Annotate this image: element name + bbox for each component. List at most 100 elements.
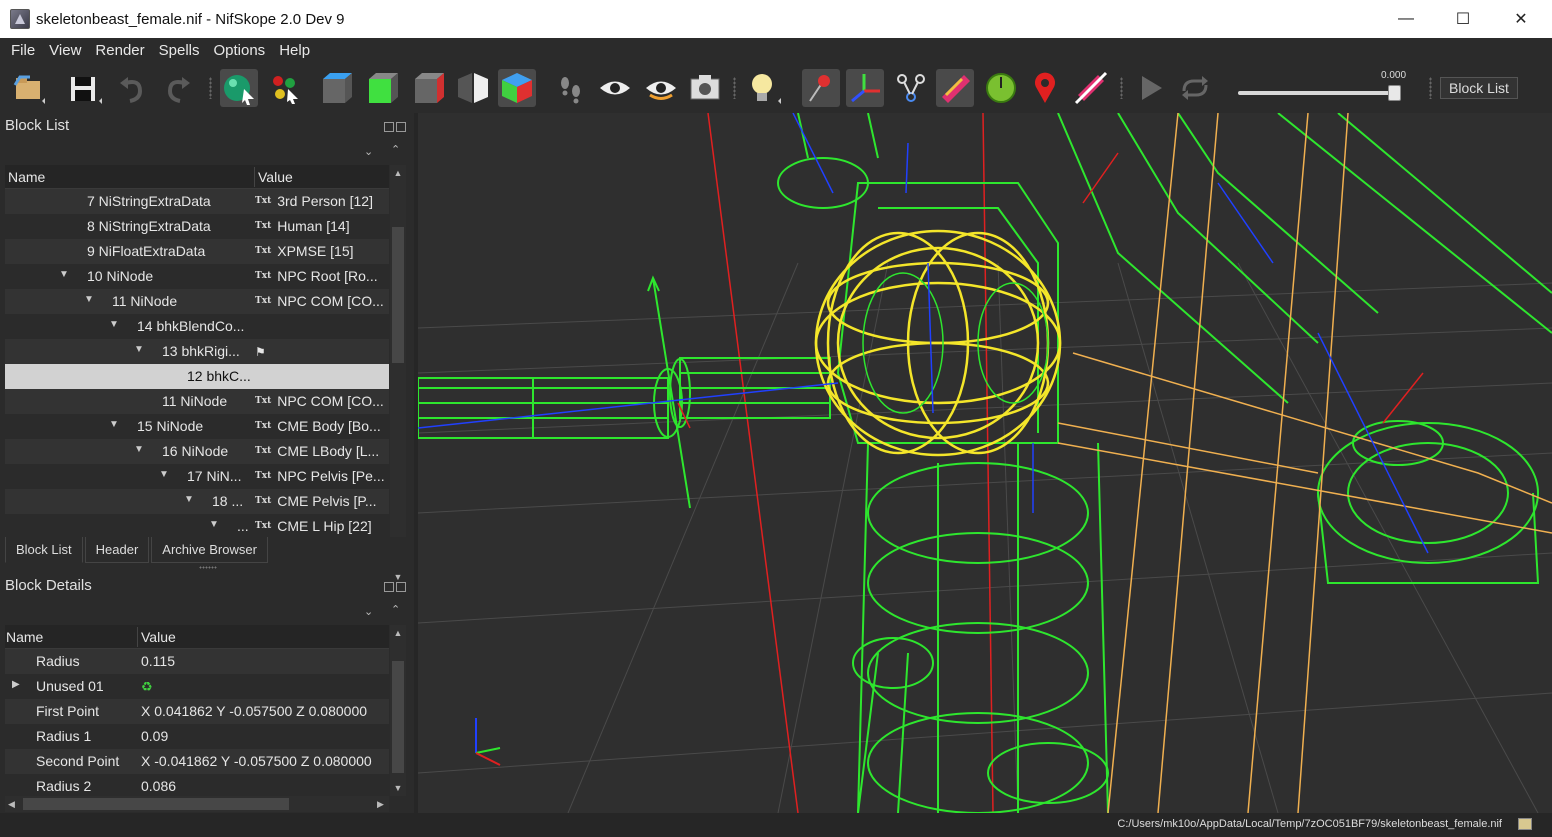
- close-button[interactable]: ✕: [1492, 0, 1550, 38]
- column-name[interactable]: Name: [8, 169, 45, 185]
- column-value[interactable]: Value: [141, 629, 176, 645]
- field-value[interactable]: 0.09: [141, 728, 168, 744]
- open-file-button[interactable]: [10, 69, 48, 107]
- expand-arrow-icon[interactable]: ▶: [12, 679, 20, 690]
- block-list-row[interactable]: ▼ 13 bhkRigi... ⚑: [5, 339, 389, 364]
- tab-block-list[interactable]: Block List: [5, 537, 83, 563]
- close-dock-icon[interactable]: [396, 122, 406, 132]
- scrollbar-thumb[interactable]: [392, 661, 404, 773]
- scrollbar-thumb[interactable]: [392, 227, 404, 363]
- scroll-down-icon[interactable]: ▼: [390, 780, 406, 796]
- block-list-row[interactable]: ▼ 10 NiNode Txt NPC Root [Ro...: [5, 264, 389, 289]
- block-detail-row[interactable]: Radius 1 0.09: [5, 724, 389, 749]
- block-list-row[interactable]: ▼ 18 ... Txt CME Pelvis [P...: [5, 489, 389, 514]
- maximize-button[interactable]: ☐: [1434, 0, 1492, 38]
- expand-arrow-icon[interactable]: ▼: [109, 319, 119, 330]
- menu-help[interactable]: Help: [272, 42, 317, 59]
- block-list-row[interactable]: ▼ 11 NiNode Txt NPC COM [CO...: [5, 289, 389, 314]
- scroll-right-icon[interactable]: ▶: [377, 796, 384, 812]
- block-list-row[interactable]: 9 NiFloatExtraData Txt XPMSE [15]: [5, 239, 389, 264]
- block-detail-row[interactable]: First Point X 0.041862 Y -0.057500 Z 0.08…: [5, 699, 389, 724]
- tab-header[interactable]: Header: [84, 537, 150, 563]
- block-list-row[interactable]: 7 NiStringExtraData Txt 3rd Person [12]: [5, 189, 389, 214]
- play-animation-button[interactable]: [1132, 69, 1170, 107]
- 3d-viewport[interactable]: [418, 113, 1552, 813]
- block-list-row[interactable]: ▼ 15 NiNode Txt CME Body [Bo...: [5, 414, 389, 439]
- expand-arrow-icon[interactable]: ▼: [134, 344, 144, 355]
- show-hidden-button[interactable]: [642, 69, 680, 107]
- menu-file[interactable]: File: [4, 42, 42, 59]
- field-value[interactable]: 0.115: [141, 653, 175, 669]
- field-value[interactable]: X -0.041862 Y -0.057500 Z 0.080000: [141, 753, 372, 769]
- show-visible-button[interactable]: [596, 69, 634, 107]
- block-list-toggle-button[interactable]: Block List: [1440, 77, 1518, 99]
- block-list-row[interactable]: ▼... Txt CME L Hip [22]: [5, 514, 389, 539]
- show-collision-button[interactable]: [936, 69, 974, 107]
- expand-arrow-icon[interactable]: ▼: [84, 294, 94, 305]
- block-details-scrollbar[interactable]: ▲ ▼: [390, 625, 406, 796]
- expand-all-icon[interactable]: ⌃: [391, 603, 400, 616]
- expand-arrow-icon[interactable]: ▼: [209, 519, 219, 530]
- block-list-row[interactable]: ▼ 14 bhkBlendCo...: [5, 314, 389, 339]
- undo-button[interactable]: [114, 69, 152, 107]
- block-detail-row[interactable]: Radius 0.115: [5, 649, 389, 674]
- expand-all-icon[interactable]: ⌃: [391, 143, 400, 156]
- scroll-up-icon[interactable]: ▲: [390, 625, 406, 641]
- block-list-scrollbar[interactable]: ▲ ▼: [390, 165, 406, 582]
- animation-time-slider[interactable]: [1238, 91, 1398, 95]
- field-value[interactable]: ♻: [141, 678, 153, 695]
- expand-arrow-icon[interactable]: ▼: [109, 419, 119, 430]
- block-detail-row[interactable]: Second Point X -0.041862 Y -0.057500 Z 0.…: [5, 749, 389, 774]
- walk-mode-button[interactable]: [552, 69, 590, 107]
- block-list-row[interactable]: ▼ 16 NiNode Txt CME LBody [L...: [5, 439, 389, 464]
- menu-render[interactable]: Render: [88, 42, 151, 59]
- view-top-button[interactable]: [364, 69, 402, 107]
- minimize-button[interactable]: —: [1377, 0, 1435, 38]
- hscrollbar-thumb[interactable]: [23, 798, 289, 810]
- show-nodes-button[interactable]: [802, 69, 840, 107]
- block-list-row[interactable]: 8 NiStringExtraData Txt Human [14]: [5, 214, 389, 239]
- block-list-row[interactable]: 12 bhkC...: [5, 364, 389, 389]
- menu-view[interactable]: View: [42, 42, 88, 59]
- column-name[interactable]: Name: [6, 629, 43, 645]
- hide-collision-button[interactable]: [1072, 69, 1110, 107]
- loop-animation-button[interactable]: [1176, 69, 1214, 107]
- redo-button[interactable]: [158, 69, 196, 107]
- user-view-button[interactable]: [498, 69, 536, 107]
- select-object-button[interactable]: [220, 69, 258, 107]
- field-value[interactable]: 0.086: [141, 778, 176, 794]
- animation-slider-handle[interactable]: [1388, 85, 1401, 101]
- scroll-left-icon[interactable]: ◀: [8, 796, 15, 812]
- expand-arrow-icon[interactable]: ▼: [159, 469, 169, 480]
- show-constraints-button[interactable]: [892, 69, 930, 107]
- scroll-up-icon[interactable]: ▲: [390, 165, 406, 181]
- float-dock-icon[interactable]: [384, 582, 394, 592]
- menu-spells[interactable]: Spells: [152, 42, 207, 59]
- expand-arrow-icon[interactable]: ▼: [59, 269, 69, 280]
- tab-archive-browser[interactable]: Archive Browser: [151, 537, 268, 563]
- expand-arrow-icon[interactable]: ▼: [184, 494, 194, 505]
- show-havok-button[interactable]: [1026, 69, 1064, 107]
- lighting-button[interactable]: [744, 69, 782, 107]
- panel-resize-grip[interactable]: [199, 566, 217, 569]
- flip-view-button[interactable]: [454, 69, 492, 107]
- show-markers-button[interactable]: [982, 69, 1020, 107]
- collapse-all-icon[interactable]: ⌄: [364, 605, 373, 618]
- collapse-all-icon[interactable]: ⌄: [364, 145, 373, 158]
- screenshot-button[interactable]: [686, 69, 724, 107]
- menu-options[interactable]: Options: [206, 42, 272, 59]
- close-dock-icon[interactable]: [396, 582, 406, 592]
- block-details-hscrollbar[interactable]: ◀ ▶: [5, 796, 389, 812]
- field-value[interactable]: X 0.041862 Y -0.057500 Z 0.080000: [141, 703, 367, 719]
- block-list-row[interactable]: ▼ 17 NiN... Txt NPC Pelvis [Pe...: [5, 464, 389, 489]
- block-detail-row[interactable]: ▶ Unused 01 ♻: [5, 674, 389, 699]
- show-axes-button[interactable]: [846, 69, 884, 107]
- select-vertex-button[interactable]: [266, 69, 304, 107]
- expand-arrow-icon[interactable]: ▼: [134, 444, 144, 455]
- save-file-button[interactable]: [66, 69, 104, 107]
- view-side-button[interactable]: [410, 69, 448, 107]
- block-list-row[interactable]: 11 NiNode Txt NPC COM [CO...: [5, 389, 389, 414]
- float-dock-icon[interactable]: [384, 122, 394, 132]
- column-value[interactable]: Value: [258, 169, 293, 185]
- view-front-button[interactable]: [318, 69, 356, 107]
